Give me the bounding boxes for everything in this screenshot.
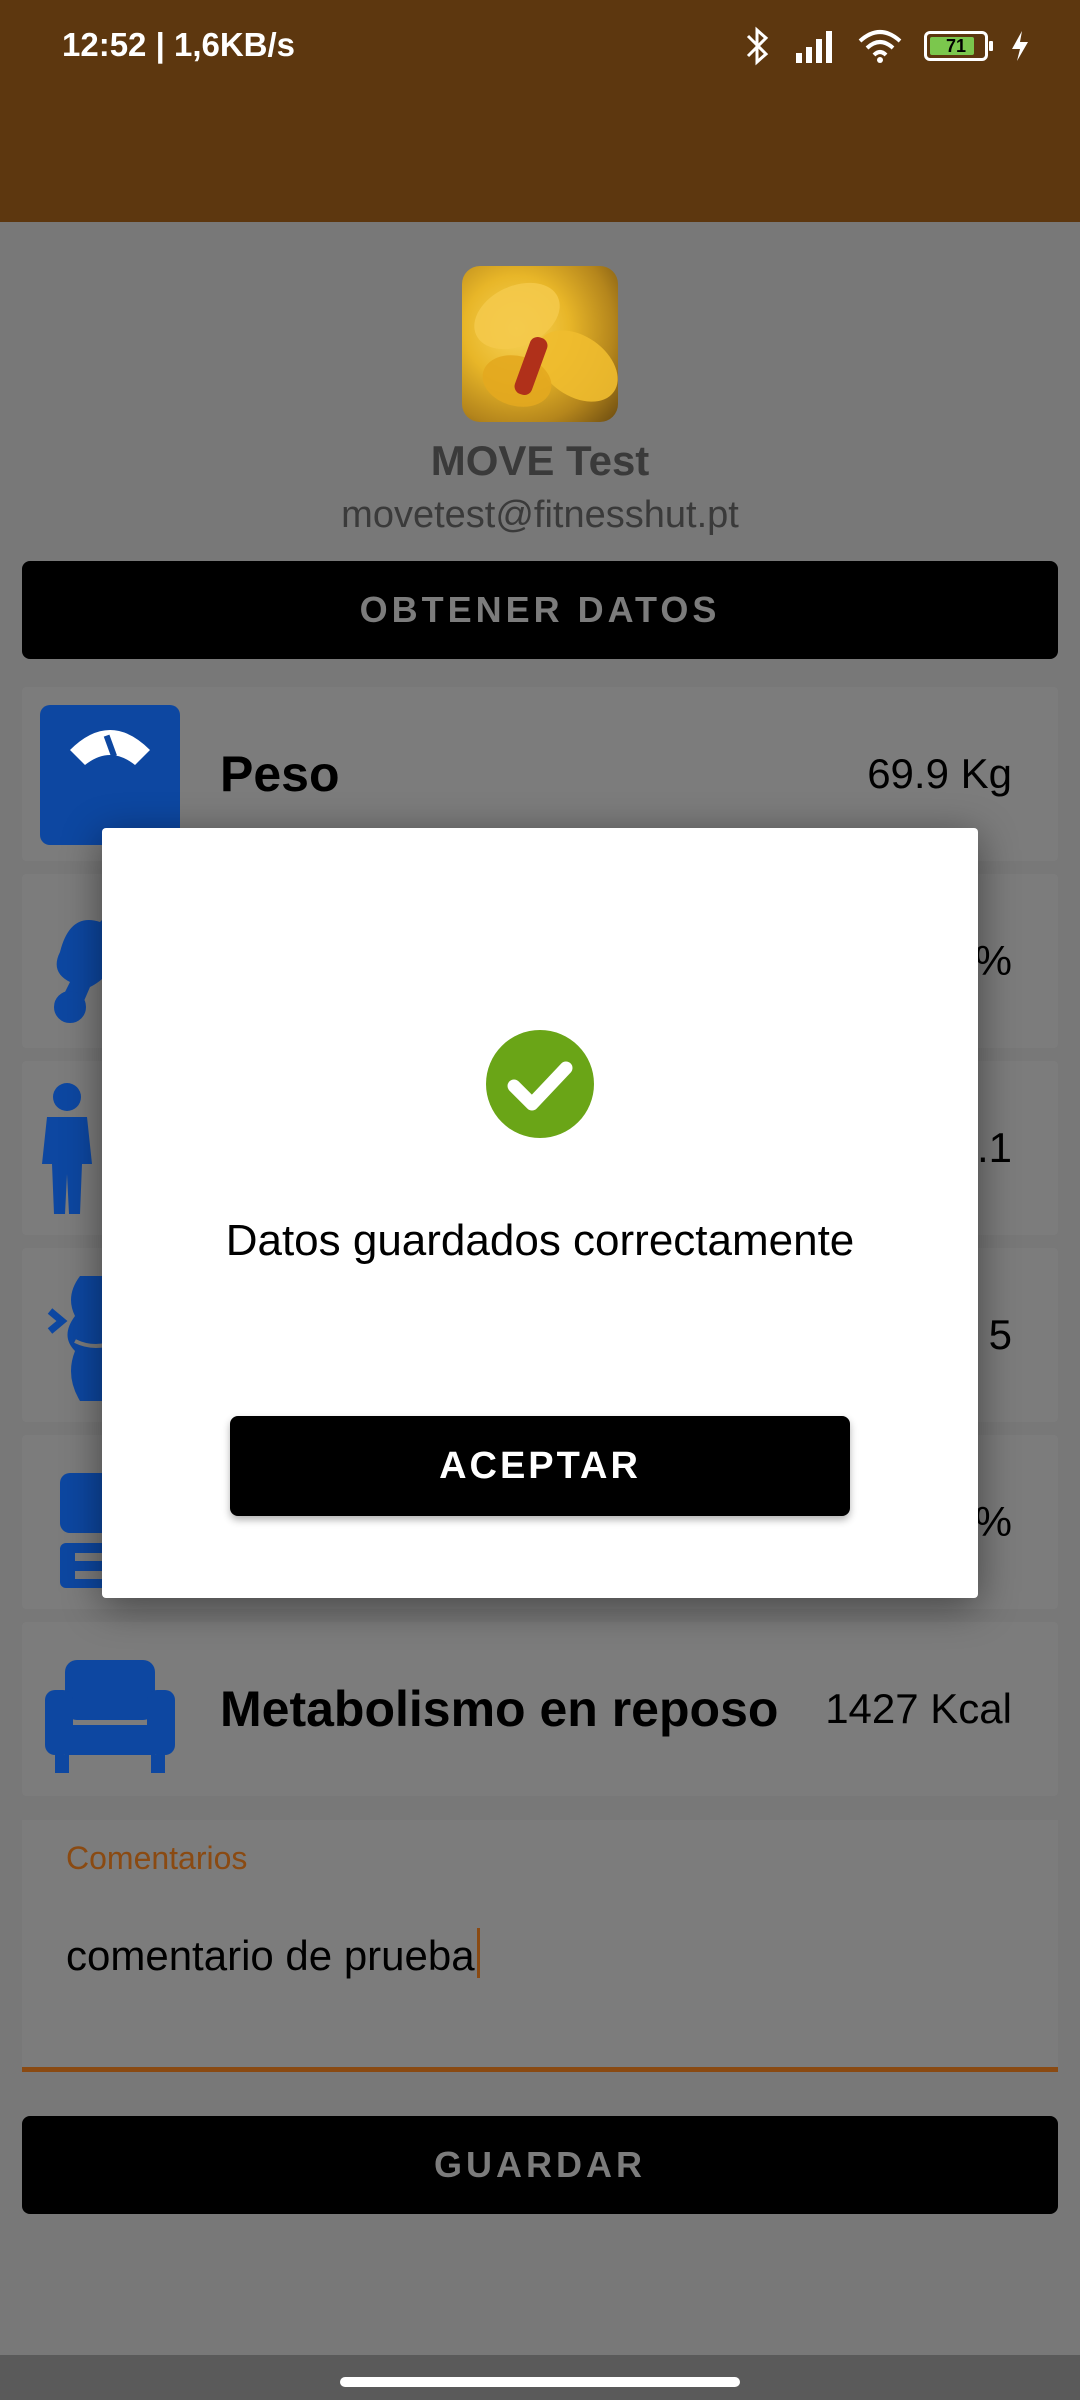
fetch-data-button[interactable]: OBTENER DATOS [22,561,1058,659]
scale-icon [40,705,180,845]
charging-icon [1012,31,1028,61]
status-icons: 71 [744,24,1030,68]
comments-input[interactable]: comentario de prueba [66,1928,480,1980]
metric-value: % [974,937,1012,984]
accept-button[interactable]: ACEPTAR [230,1416,850,1516]
wifi-icon [858,30,902,63]
text-caret [476,1928,480,1978]
metric-value: .1 [976,1124,1012,1171]
comments-value: comentario de prueba [66,1932,475,1979]
metric-label: Metabolismo en reposo [220,1681,779,1737]
profile-email: movetest@fitnesshut.pt [341,494,739,536]
avatar [462,266,618,422]
profile-name: MOVE Test [430,437,650,484]
metric-value: 5 [988,1311,1012,1358]
success-dialog: Datos guardados correctamente ACEPTAR [102,828,978,1598]
comments-label: Comentarios [66,1840,248,1876]
check-circle-icon [486,1030,594,1138]
app-header: 12:52 | 1,6KB/s 71 [0,0,1080,222]
armchair-icon [45,1660,175,1773]
comments-underline [22,2067,1058,2072]
metric-metabolism-card[interactable]: Metabolismo en reposo 1427 Kcal [22,1622,1058,1796]
signal-icon [796,31,832,63]
system-nav-bar [0,2355,1080,2400]
metric-value: 1427 Kcal [825,1685,1012,1732]
battery-indicator: 71 [924,31,993,61]
bluetooth-icon [746,26,769,66]
save-button[interactable]: GUARDAR [22,2116,1058,2214]
dialog-message: Datos guardados correctamente [225,1216,855,1265]
home-gesture-handle[interactable] [340,2377,740,2387]
comments-field[interactable]: Comentarios comentario de prueba [22,1820,1058,2072]
battery-level: 71 [945,36,967,56]
status-time: 12:52 | 1,6KB/s [62,26,296,63]
metric-value: % [974,1498,1012,1545]
